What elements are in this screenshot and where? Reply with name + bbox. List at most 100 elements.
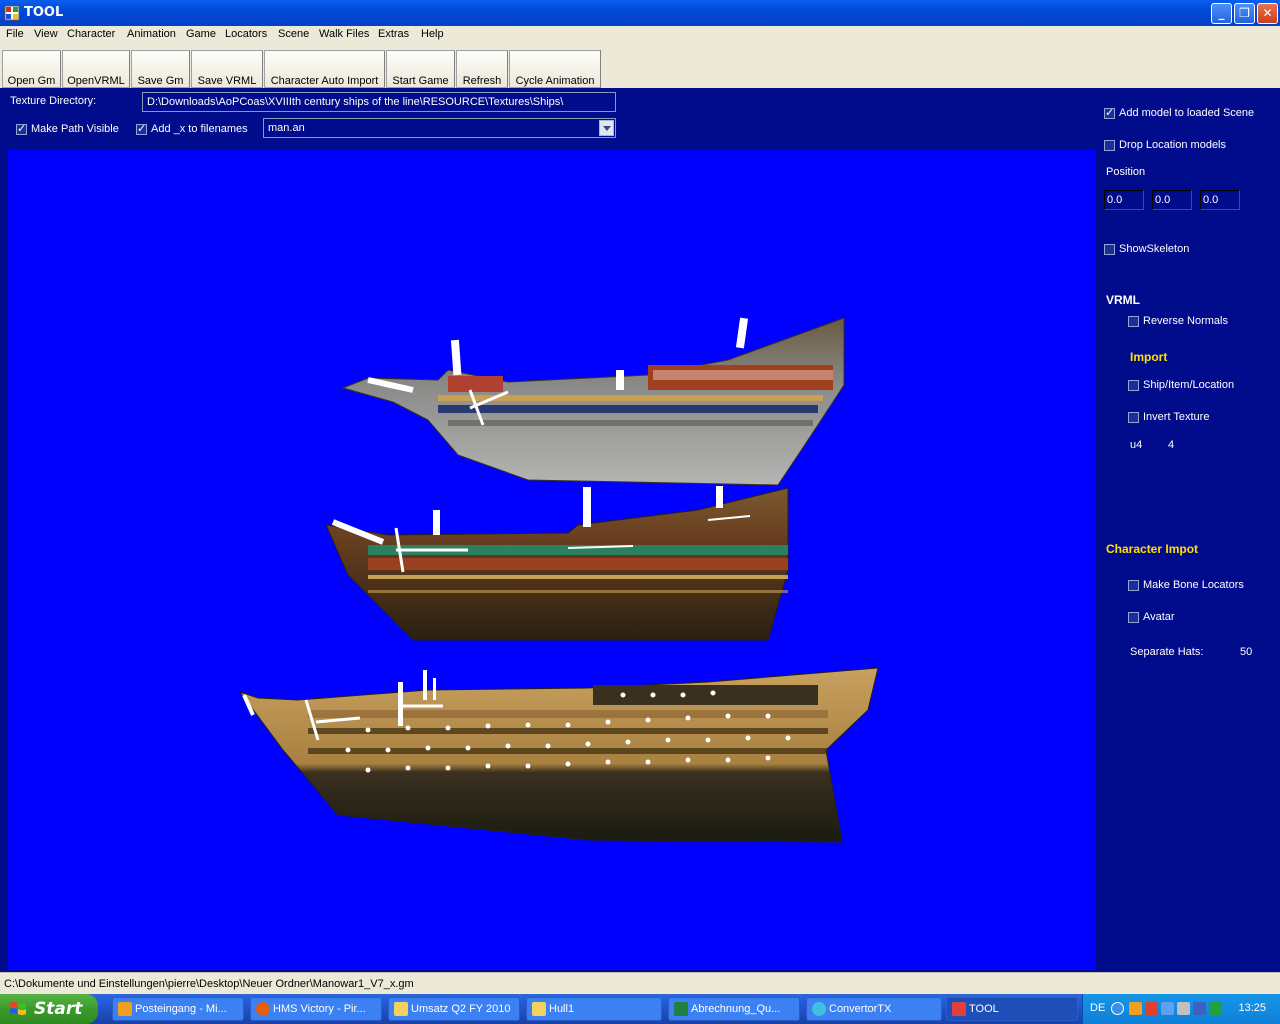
save-vrml-button[interactable]: Save VRML xyxy=(191,50,263,88)
minimize-icon: _ xyxy=(1218,6,1225,20)
ship-model-middle xyxy=(325,486,789,641)
task-convertortx[interactable]: ConvertorTX xyxy=(806,997,942,1021)
show-skeleton-label: ShowSkeleton xyxy=(1119,243,1190,255)
drop-location-checkbox[interactable] xyxy=(1104,140,1115,151)
import-heading: Import xyxy=(1130,350,1168,364)
open-vrml-button[interactable]: OpenVRML xyxy=(62,50,130,88)
mail-icon xyxy=(118,1002,132,1016)
menu-help[interactable]: Help xyxy=(421,28,444,40)
menu-extras[interactable]: Extras xyxy=(378,28,409,40)
vrml-heading: VRML xyxy=(1106,293,1140,307)
show-skeleton-checkbox[interactable] xyxy=(1104,244,1115,255)
make-bone-locators-checkbox[interactable] xyxy=(1128,580,1139,591)
ship-model-top xyxy=(341,317,845,486)
app-icon xyxy=(952,1002,966,1016)
menu-scene[interactable]: Scene xyxy=(278,28,309,40)
start-button[interactable]: Start xyxy=(0,994,98,1024)
taskbar: Start Posteingang - Mi... HMS Victory - … xyxy=(0,994,1280,1024)
tray-icon-security[interactable] xyxy=(1145,1002,1158,1015)
reverse-normals-checkbox[interactable] xyxy=(1128,316,1139,327)
menu-animation[interactable]: Animation xyxy=(127,28,176,40)
toolbar: Open Gm OpenVRML Save Gm Save VRML Chara… xyxy=(0,45,1280,88)
eye-icon xyxy=(812,1002,826,1016)
task-abrechnung[interactable]: Abrechnung_Qu... xyxy=(668,997,800,1021)
make-bone-locators-label: Make Bone Locators xyxy=(1143,579,1244,591)
avatar-label: Avatar xyxy=(1143,611,1175,623)
tray-icon-shield[interactable] xyxy=(1209,1002,1222,1015)
task-label: TOOL xyxy=(969,1003,999,1015)
position-label: Position xyxy=(1106,166,1146,178)
menu-walk-files[interactable]: Walk Files xyxy=(319,28,369,40)
maximize-button[interactable]: ❐ xyxy=(1234,3,1255,24)
menu-locators[interactable]: Locators xyxy=(225,28,267,40)
reverse-normals-label: Reverse Normals xyxy=(1143,315,1228,327)
cycle-animation-button[interactable]: Cycle Animation xyxy=(509,50,601,88)
window-title: TOOL xyxy=(24,5,64,20)
make-path-visible-label: Make Path Visible xyxy=(31,123,119,135)
title-bar: TOOL _ ❐ ✕ xyxy=(0,0,1280,26)
task-hms-victory[interactable]: HMS Victory - Pir... xyxy=(250,997,382,1021)
windows-logo-icon xyxy=(10,1002,26,1015)
task-posteingang[interactable]: Posteingang - Mi... xyxy=(112,997,244,1021)
minimize-button[interactable]: _ xyxy=(1211,3,1232,24)
folder-icon xyxy=(532,1002,546,1016)
ship-item-location-checkbox[interactable] xyxy=(1128,380,1139,391)
menu-game[interactable]: Game xyxy=(186,28,216,40)
close-button[interactable]: ✕ xyxy=(1257,3,1278,24)
invert-texture-label: Invert Texture xyxy=(1143,411,1210,423)
separate-hats-value[interactable]: 50 xyxy=(1240,646,1252,658)
task-hull1[interactable]: Hull1 xyxy=(526,997,662,1021)
folder-icon xyxy=(394,1002,408,1016)
start-game-button[interactable]: Start Game xyxy=(386,50,455,88)
invert-texture-checkbox[interactable] xyxy=(1128,412,1139,423)
separate-hats-label: Separate Hats: xyxy=(1130,646,1204,658)
close-icon: ✕ xyxy=(1262,6,1273,20)
add-model-checkbox[interactable] xyxy=(1104,106,1115,119)
character-import-heading: Character Impot xyxy=(1106,542,1199,556)
menu-view[interactable]: View xyxy=(34,28,58,40)
task-umsatz[interactable]: Umsatz Q2 FY 2010 xyxy=(388,997,520,1021)
add-model-label: Add model to loaded Scene xyxy=(1119,107,1255,119)
task-label: Posteingang - Mi... xyxy=(135,1003,227,1015)
u-label: u4 xyxy=(1130,439,1143,451)
animation-file-dropdown[interactable]: man.an xyxy=(263,118,616,138)
task-tool[interactable]: TOOL xyxy=(946,997,1078,1021)
chevron-down-icon[interactable] xyxy=(599,120,614,136)
refresh-button[interactable]: Refresh xyxy=(456,50,508,88)
add-x-label: Add _x to filenames xyxy=(151,123,248,135)
make-path-visible-checkbox[interactable] xyxy=(16,122,27,135)
tray-icon-device[interactable] xyxy=(1177,1002,1190,1015)
status-bar: C:\Dokumente und Einstellungen\pierre\De… xyxy=(0,972,1280,994)
ship-models xyxy=(238,317,879,843)
task-label: Hull1 xyxy=(549,1003,575,1015)
position-z-input[interactable]: 0.0 xyxy=(1200,190,1240,210)
tray-icon-mail[interactable] xyxy=(1129,1002,1142,1015)
tray-icon-network[interactable] xyxy=(1161,1002,1174,1015)
tray-icon-monitor[interactable] xyxy=(1193,1002,1206,1015)
position-x-input[interactable]: 0.0 xyxy=(1104,190,1144,210)
menu-file[interactable]: File xyxy=(6,28,24,40)
open-gm-button[interactable]: Open Gm xyxy=(2,50,61,88)
excel-icon xyxy=(674,1002,688,1016)
position-y-input[interactable]: 0.0 xyxy=(1152,190,1192,210)
character-auto-import-button[interactable]: Character Auto Import xyxy=(264,50,385,88)
ship-item-location-label: Ship/Item/Location xyxy=(1143,379,1235,391)
firefox-icon xyxy=(256,1002,270,1016)
drop-location-label: Drop Location models xyxy=(1119,139,1227,151)
menu-bar: File View Character Animation Game Locat… xyxy=(0,26,1280,45)
chevron-left-icon[interactable] xyxy=(1111,1002,1124,1015)
u-value: 4 xyxy=(1168,439,1175,451)
task-label: Umsatz Q2 FY 2010 xyxy=(411,1003,511,1015)
texture-directory-input[interactable]: D:\Downloads\AoPCoas\XVIIIth century shi… xyxy=(142,92,616,112)
app-icon xyxy=(4,5,20,21)
task-label: Abrechnung_Qu... xyxy=(691,1003,781,1015)
texture-directory-label: Texture Directory: xyxy=(10,95,97,107)
menu-character[interactable]: Character xyxy=(67,28,115,40)
add-x-checkbox[interactable] xyxy=(136,122,147,135)
3d-viewport[interactable] xyxy=(8,150,1096,970)
clock: 13:25 xyxy=(1238,1002,1266,1014)
language-indicator[interactable]: DE xyxy=(1090,1002,1105,1014)
status-file-path: C:\Dokumente und Einstellungen\pierre\De… xyxy=(4,978,414,990)
save-gm-button[interactable]: Save Gm xyxy=(131,50,190,88)
avatar-checkbox[interactable] xyxy=(1128,612,1139,623)
